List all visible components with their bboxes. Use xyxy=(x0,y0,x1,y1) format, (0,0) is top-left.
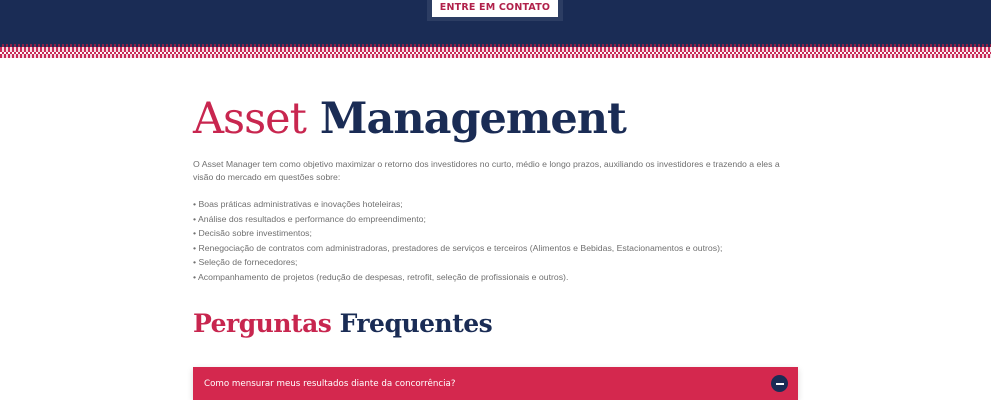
list-item: • Seleção de fornecedores; xyxy=(193,257,298,267)
header-band: ENTRE EM CONTATO xyxy=(0,0,991,44)
minus-circle-icon[interactable] xyxy=(771,375,788,392)
page-title: Asset Management xyxy=(193,90,803,148)
page-title-bold: Management xyxy=(319,94,627,144)
list-item: • Análise dos resultados e performance d… xyxy=(193,213,426,224)
list-item: • Acompanhamento de projetos (redução de… xyxy=(193,271,569,282)
main-content: Asset Management O Asset Manager tem com… xyxy=(193,90,803,284)
page-title-light: Asset xyxy=(193,94,307,144)
decorative-fringe xyxy=(0,44,991,58)
cta-frame: ENTRE EM CONTATO xyxy=(427,0,563,21)
intro-paragraph: O Asset Manager tem como objetivo maximi… xyxy=(193,159,780,182)
faq-accordion-item[interactable]: Como mensurar meus resultados diante da … xyxy=(193,367,798,400)
list-item: • Boas práticas administrativas e inovaç… xyxy=(193,199,403,209)
list-item: • Decisão sobre investimentos; xyxy=(193,228,312,238)
faq-heading-light: Perguntas xyxy=(193,309,332,338)
services-list: • Boas práticas administrativas e inovaç… xyxy=(193,197,803,284)
faq-heading-bold: Frequentes xyxy=(339,309,493,338)
faq-question: Como mensurar meus resultados diante da … xyxy=(204,378,456,389)
faq-heading: Perguntas Frequentes xyxy=(193,304,493,344)
contact-button[interactable]: ENTRE EM CONTATO xyxy=(432,0,558,17)
list-item: • Renegociação de contratos com administ… xyxy=(193,242,723,253)
